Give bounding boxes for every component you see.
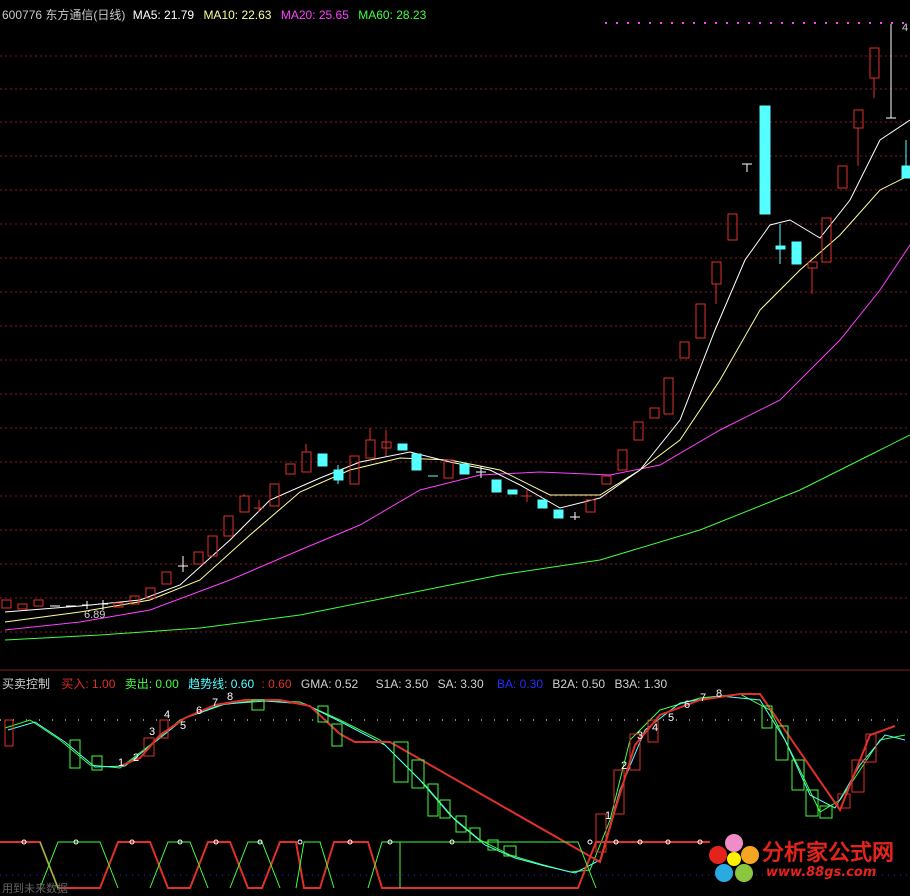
stock-title: 600776 东方通信(日线) — [2, 8, 126, 22]
ma5-line — [4, 119, 910, 613]
wave-mark: 2 — [133, 752, 140, 764]
ba-value: BA: 0.30 — [497, 677, 544, 691]
price-grid — [0, 55, 910, 633]
main-chart-header: 600776 东方通信(日线) MA5: 21.79 MA10: 22.63 M… — [2, 6, 432, 23]
ma60-label: MA60: 28.23 — [358, 8, 427, 22]
wave-mark: 8 — [716, 688, 723, 700]
candles — [1, 24, 910, 610]
b3a-value: B3A: 1.30 — [614, 677, 668, 691]
wave-mark: 3 — [149, 726, 156, 738]
buy-value: 买入: 1.00 — [61, 677, 116, 691]
future-data-note: 用到未来数据 — [2, 883, 68, 895]
wave-mark: 5 — [668, 712, 675, 724]
ma60-line — [4, 434, 910, 641]
logo-name: 分析家公式网 — [762, 841, 895, 866]
trend-value-2: : 0.60 — [261, 677, 292, 691]
watermark-logo: 分析家公式网 www.88gs.com — [706, 831, 906, 887]
sa-value: SA: 3.30 — [437, 677, 484, 691]
sell-value: 卖出: 0.00 — [124, 677, 179, 691]
wave-mark: 6 — [196, 705, 203, 717]
ma5-label: MA5: 21.79 — [132, 8, 195, 22]
wave-mark: 2 — [621, 760, 628, 772]
trend-value: 趋势线: 0.60 — [188, 677, 255, 691]
flower-logo-icon — [709, 834, 759, 882]
wave-mark: 8 — [227, 691, 234, 703]
wave-mark: 6 — [684, 699, 691, 711]
gma-value: GMA: 0.52 — [300, 677, 359, 691]
buysell-green-segments — [39, 841, 597, 889]
wave-mark: 1 — [605, 810, 612, 822]
wave-mark: 4 — [652, 722, 659, 734]
logo-url: www.88gs.com — [766, 865, 877, 880]
wave-mark: 3 — [637, 730, 644, 742]
ma20-label: MA20: 25.65 — [280, 8, 349, 22]
wave-mark: 5 — [180, 720, 187, 732]
ma10-label: MA10: 22.63 — [203, 8, 272, 22]
wave-mark: 7 — [700, 692, 707, 704]
wave-mark: 4 — [164, 709, 171, 721]
high-price-label: 4 — [902, 22, 909, 34]
wave-mark: 7 — [212, 697, 219, 709]
indicator-name: 买卖控制 — [2, 677, 51, 691]
indicator-header: 买卖控制 买入: 1.00 卖出: 0.00 趋势线: 0.60 : 0.60 … — [2, 675, 673, 692]
ma20-line — [4, 244, 910, 631]
b2a-value: B2A: 0.50 — [552, 677, 606, 691]
wave-mark: 1 — [118, 757, 125, 769]
s1a-value: S1A: 3.50 — [375, 677, 429, 691]
low-price-label: 6.89 — [84, 609, 106, 621]
ma10-line — [4, 174, 910, 623]
